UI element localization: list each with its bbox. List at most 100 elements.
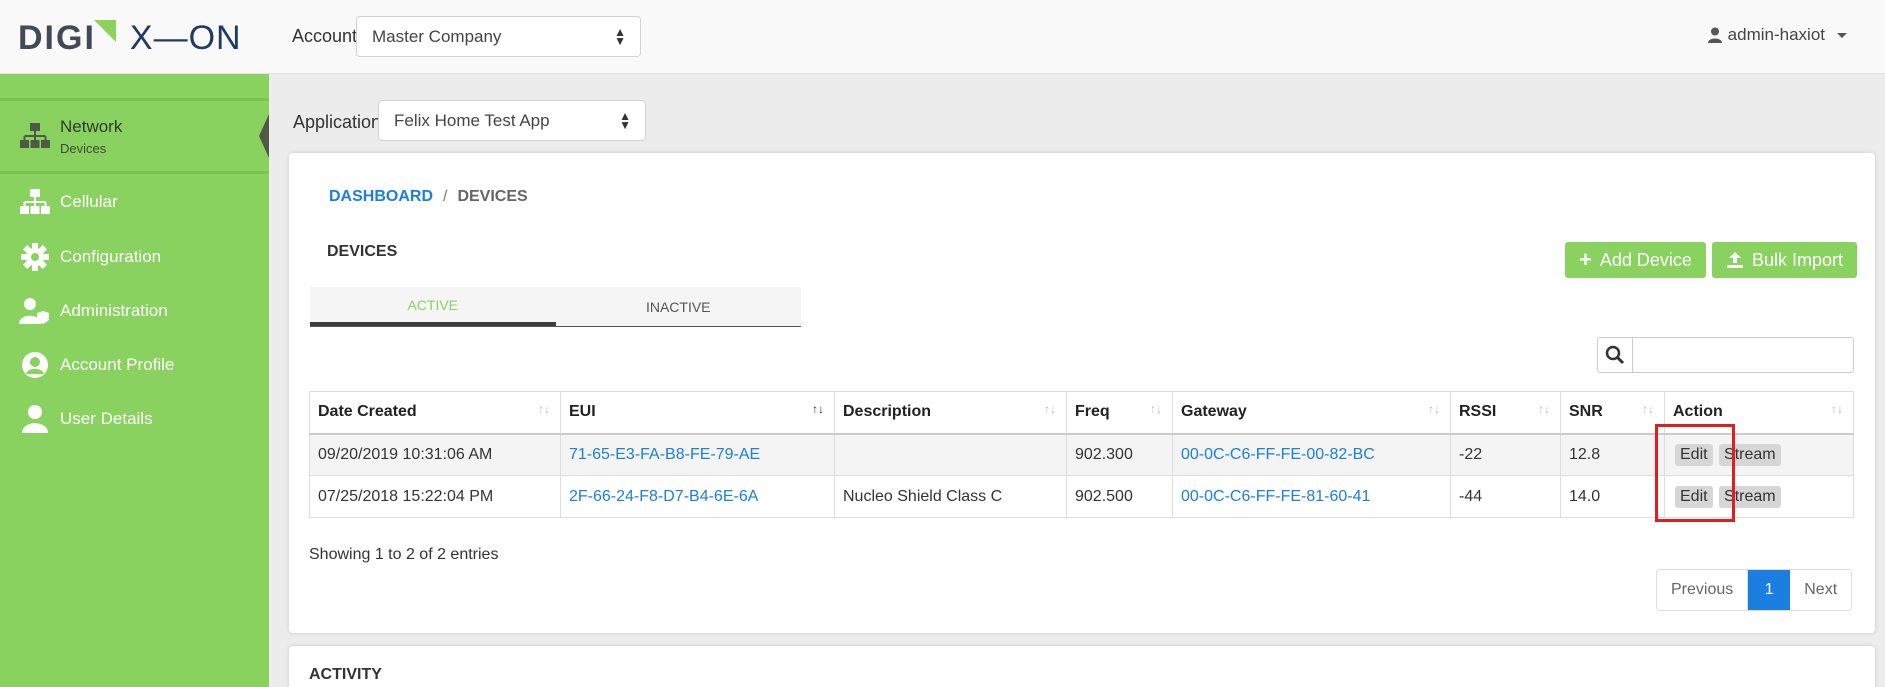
column-gateway[interactable]: Gateway ↑↓ (1172, 391, 1451, 435)
user-circle-icon (18, 348, 52, 382)
tab-inactive[interactable]: INACTIVE (556, 287, 802, 326)
sort-icon: ↑↓ (1642, 402, 1654, 416)
sidebar-item-label: Network Devices (60, 117, 122, 156)
sidebar: Network Devices Cellular Configuration A… (0, 74, 269, 687)
sidebar-item-account-profile[interactable]: Account Profile (0, 345, 269, 385)
cell-description: Nucleo Shield Class C (834, 475, 1067, 518)
column-rssi[interactable]: RSSI ↑↓ (1450, 391, 1561, 435)
cell-snr: 14.0 (1560, 475, 1665, 518)
pagination-page-1[interactable]: 1 (1748, 570, 1791, 610)
search-input[interactable] (1632, 337, 1854, 373)
search-icon (1605, 345, 1625, 365)
eui-link[interactable]: 2F-66-24-F8-D7-B4-6E-6A (569, 488, 758, 505)
sidebar-item-user-details[interactable]: User Details (0, 399, 269, 439)
bulk-import-button[interactable]: Bulk Import (1712, 242, 1858, 278)
cell-snr: 12.8 (1560, 433, 1665, 476)
column-label: RSSI (1459, 403, 1497, 421)
cell-eui: 2F-66-24-F8-D7-B4-6E-6A (560, 475, 835, 518)
edit-button[interactable]: Edit (1675, 443, 1713, 466)
add-device-label: Add Device (1599, 249, 1692, 270)
sidebar-network-sub: Devices (60, 140, 107, 156)
application-select-value: Felix Home Test App (394, 110, 550, 130)
column-label: Action (1673, 403, 1723, 421)
column-date-created[interactable]: Date Created ↑↓ (309, 391, 561, 435)
breadcrumb-separator: / (443, 188, 448, 205)
sidebar-item-configuration[interactable]: Configuration (0, 237, 269, 277)
column-label: Description (843, 403, 932, 421)
column-snr[interactable]: SNR ↑↓ (1560, 391, 1665, 435)
sidebar-item-administration[interactable]: Administration (0, 291, 269, 331)
activity-title: ACTIVITY (309, 666, 382, 683)
account-label: Account (292, 26, 358, 46)
user-icon (18, 402, 52, 436)
table-row: 09/20/2019 10:31:06 AM 71-65-E3-FA-B8-FE… (309, 433, 1854, 476)
pagination-next[interactable]: Next (1790, 570, 1851, 610)
pagination-previous[interactable]: Previous (1657, 570, 1749, 610)
cell-freq: 902.300 (1066, 433, 1173, 476)
stream-button[interactable]: Stream (1719, 443, 1781, 466)
active-pointer (259, 114, 269, 158)
cell-date: 09/20/2019 10:31:06 AM (309, 433, 561, 476)
upload-icon (1727, 252, 1743, 268)
column-label: SNR (1569, 403, 1603, 421)
cell-action: Edit Stream (1664, 475, 1854, 518)
application-label: Application (293, 112, 382, 132)
logo-digi-text: DIGI (18, 18, 96, 57)
tab-active[interactable]: ACTIVE (310, 287, 556, 326)
column-label: EUI (569, 403, 596, 421)
device-status-tabs: ACTIVE INACTIVE (310, 287, 801, 327)
table-header-row: Date Created ↑↓ EUI ↑↓ Description ↑↓ Freq ↑… (309, 391, 1854, 435)
edit-button[interactable]: Edit (1675, 485, 1713, 508)
gateway-link[interactable]: 00-0C-C6-FF-FE-81-60-41 (1181, 488, 1370, 505)
stream-button[interactable]: Stream (1719, 485, 1781, 508)
entries-info: Showing 1 to 2 of 2 entries (309, 546, 499, 563)
sidebar-network-label: Network (60, 116, 123, 136)
cell-description (834, 433, 1067, 476)
bulk-import-label: Bulk Import (1752, 249, 1844, 270)
cell-date: 07/25/2018 15:22:04 PM (309, 475, 561, 518)
gateway-link[interactable]: 00-0C-C6-FF-FE-00-82-BC (1181, 446, 1375, 463)
breadcrumb-current: DEVICES (457, 188, 528, 205)
account-select[interactable]: Master Company ▲ ▼ (356, 16, 641, 57)
user-name: admin-haxiot (1727, 25, 1825, 44)
top-header: DIGI X—ON Account Master Company ▲ ▼ admi… (0, 0, 1885, 74)
chevron-down-icon (1837, 32, 1847, 38)
column-action[interactable]: Action ↑↓ (1664, 391, 1854, 435)
sidebar-item-label: Cellular (60, 192, 118, 211)
sort-icon: ↑↓ (538, 402, 550, 416)
breadcrumb-dashboard-link[interactable]: DASHBOARD (329, 188, 433, 206)
user-icon (1707, 27, 1722, 43)
add-device-button[interactable]: + Add Device (1565, 242, 1706, 278)
sort-icon: ↑↓ (1831, 402, 1843, 416)
sidebar-item-cellular[interactable]: Cellular (0, 182, 269, 222)
digi-xon-logo[interactable]: DIGI X—ON (18, 18, 242, 57)
sort-icon: ↑↓ (1150, 402, 1162, 416)
devices-card: DASHBOARD / DEVICES DEVICES + Add Device… (289, 153, 1875, 633)
user-menu[interactable]: admin-haxiot (1707, 25, 1847, 45)
column-description[interactable]: Description ↑↓ (834, 391, 1067, 435)
column-freq[interactable]: Freq ↑↓ (1066, 391, 1173, 435)
select-arrows-icon: ▲ ▼ (614, 24, 626, 48)
cell-rssi: -22 (1450, 433, 1561, 476)
cell-gateway: 00-0C-C6-FF-FE-81-60-41 (1172, 475, 1451, 518)
search-button[interactable] (1597, 337, 1633, 373)
table-row: 07/25/2018 15:22:04 PM 2F-66-24-F8-D7-B4… (309, 475, 1854, 518)
select-arrows-icon: ▲ ▼ (619, 108, 631, 132)
pagination: Previous 1 Next (1656, 569, 1853, 611)
user-shield-icon (18, 294, 52, 328)
sidebar-item-label: Administration (60, 301, 168, 320)
eui-link[interactable]: 71-65-E3-FA-B8-FE-79-AE (569, 446, 760, 463)
sidebar-item-label: Configuration (60, 247, 162, 266)
devices-title: DEVICES (327, 243, 398, 260)
logo-xon-text: X—ON (129, 18, 242, 57)
column-eui[interactable]: EUI ↑↓ (560, 391, 835, 435)
application-select[interactable]: Felix Home Test App ▲ ▼ (378, 100, 646, 141)
column-label: Gateway (1181, 403, 1247, 421)
breadcrumb: DASHBOARD / DEVICES (329, 188, 528, 206)
activity-card: ACTIVITY (289, 646, 1875, 687)
sort-icon: ↑↓ (1428, 402, 1440, 416)
sidebar-item-label: User Details (60, 409, 153, 428)
devices-table: Date Created ↑↓ EUI ↑↓ Description ↑↓ Freq ↑… (309, 391, 1854, 518)
network-icon (18, 119, 52, 153)
sidebar-item-network[interactable]: Network Devices (0, 98, 269, 174)
